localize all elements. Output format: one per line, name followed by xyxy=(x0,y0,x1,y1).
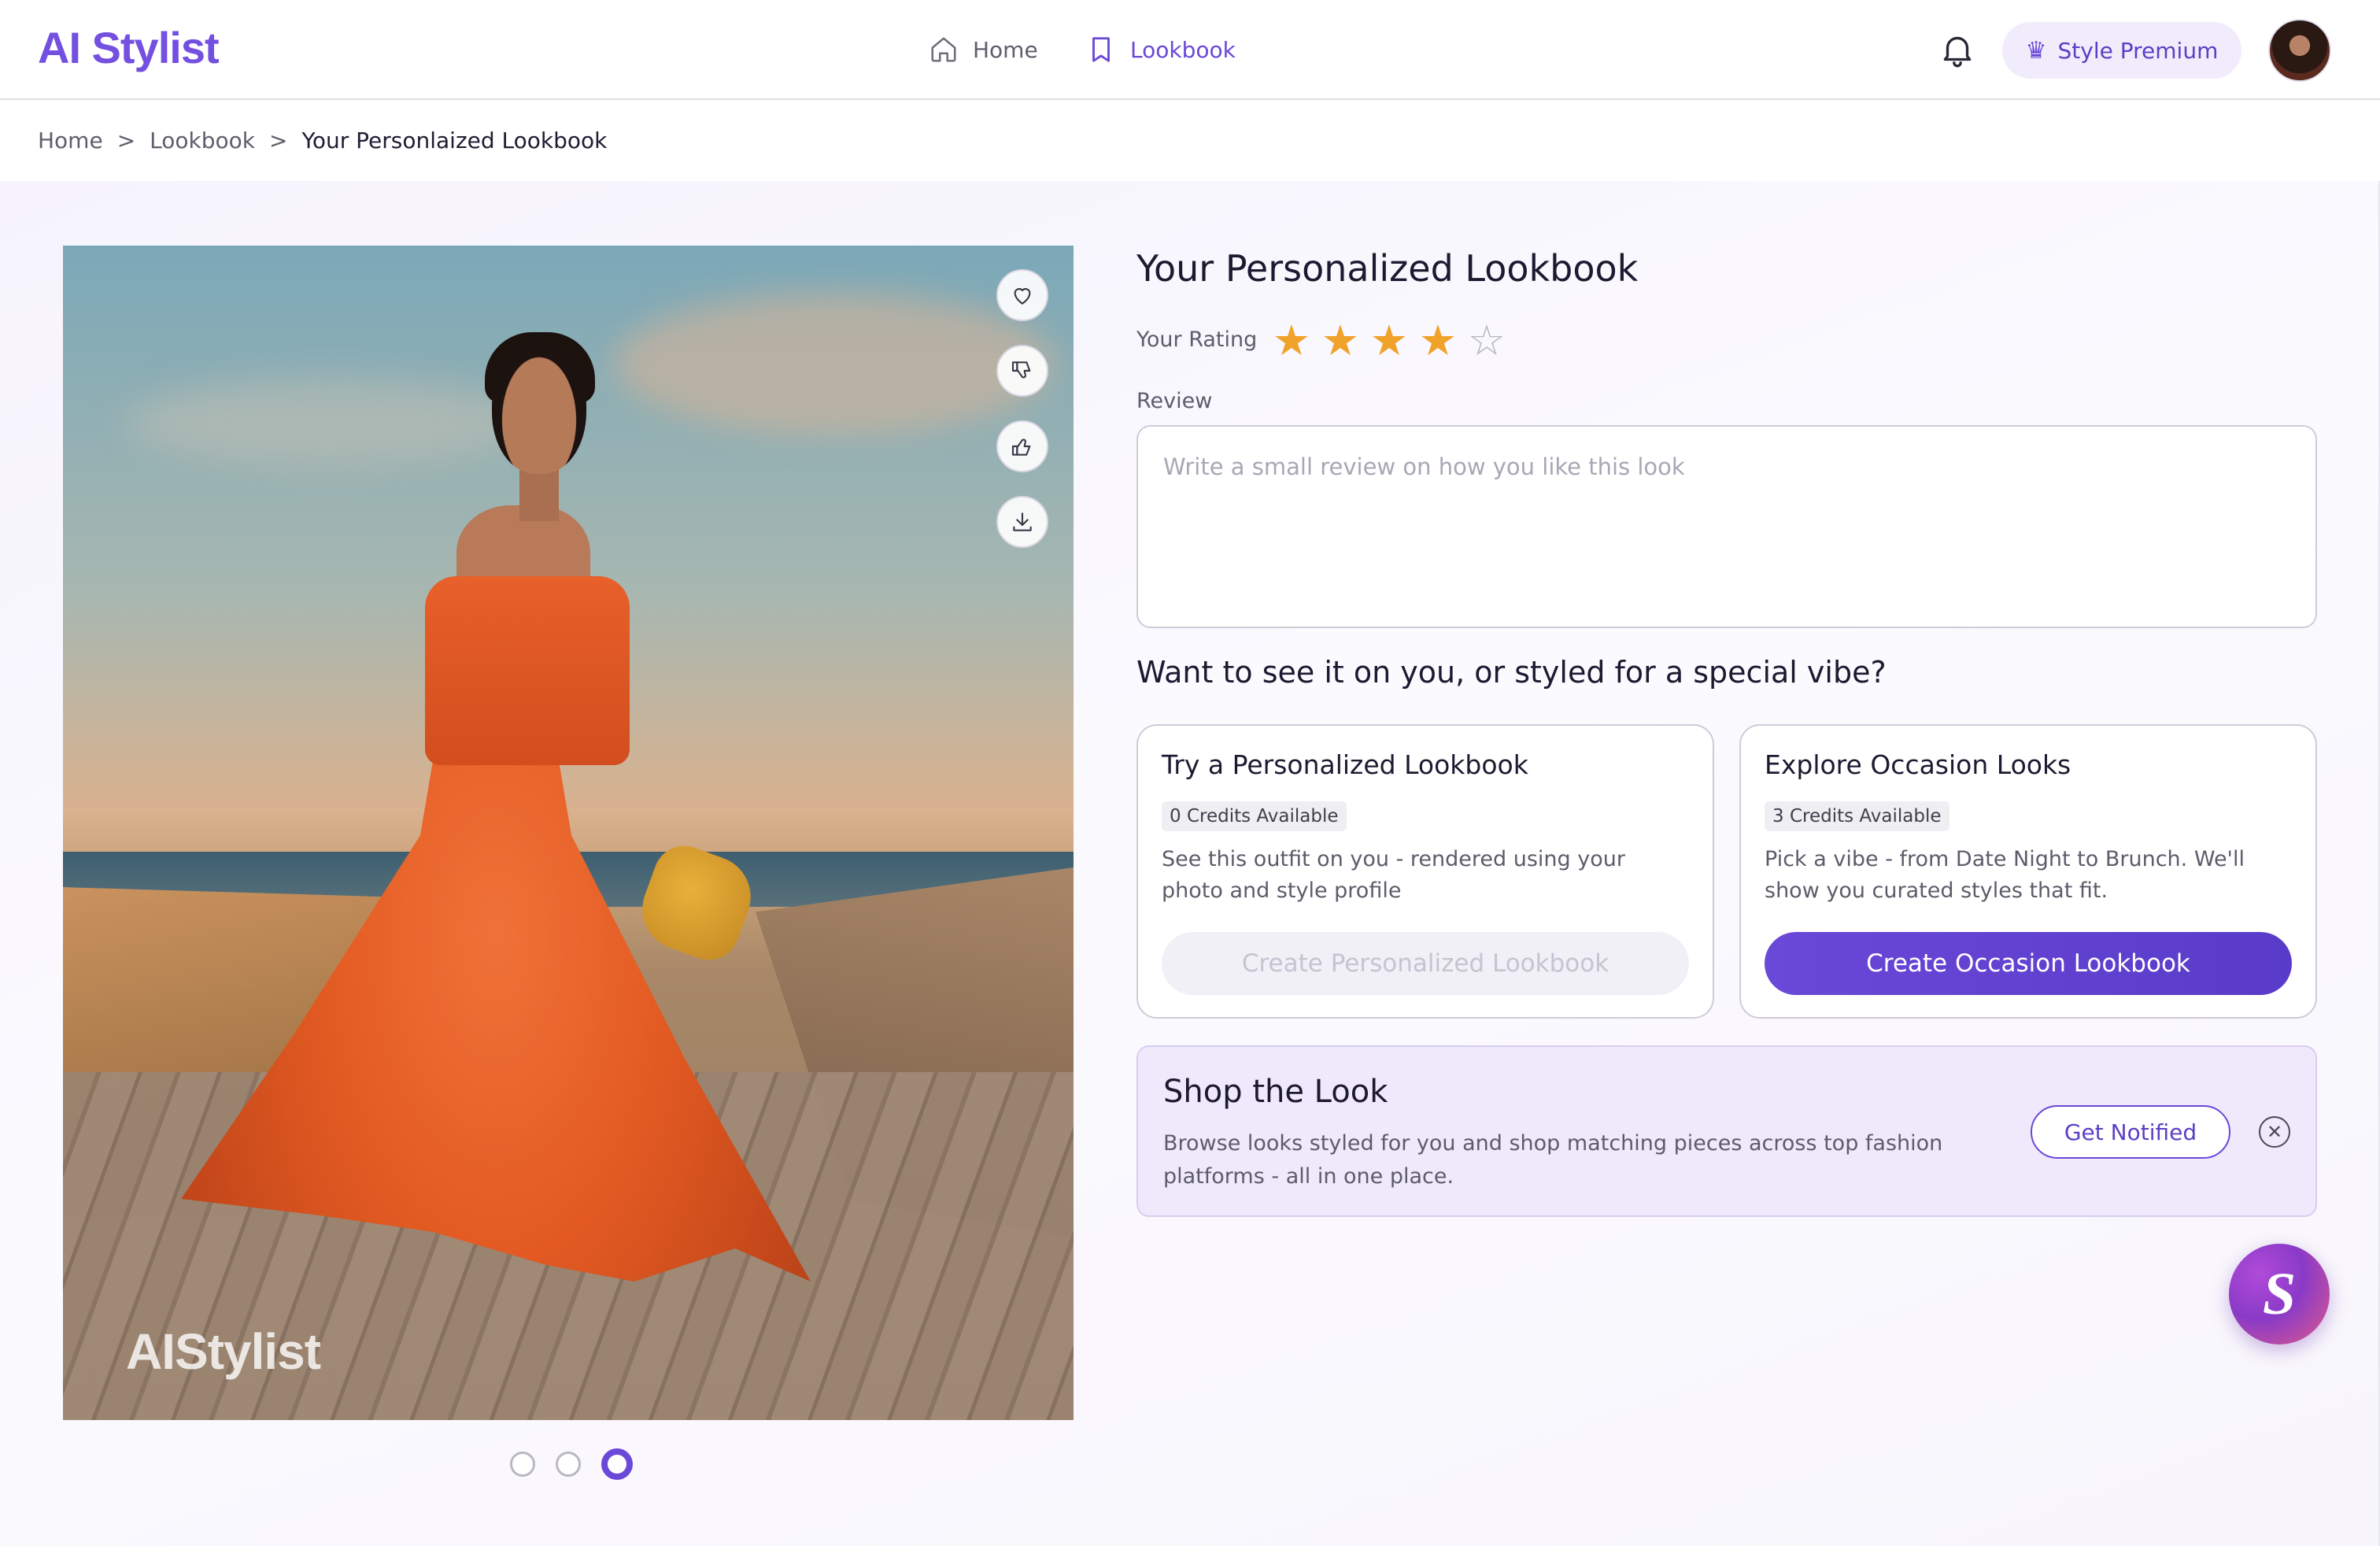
get-notified-button[interactable]: Get Notified xyxy=(2031,1105,2230,1159)
carousel-dot-2[interactable] xyxy=(556,1452,581,1477)
personalized-lookbook-card: Try a Personalized Lookbook 0 Credits Av… xyxy=(1136,724,1714,1019)
stylist-assistant-button[interactable]: S xyxy=(2229,1244,2330,1344)
thumbs-down-icon xyxy=(1011,361,1031,379)
download-button[interactable] xyxy=(996,496,1048,548)
home-icon xyxy=(931,37,956,62)
nav-home[interactable]: Home xyxy=(929,30,1038,69)
sky-cloud xyxy=(126,379,535,466)
rating-label: Your Rating xyxy=(1136,327,1258,352)
page-title: Your Personalized Lookbook xyxy=(1136,247,1639,290)
thumbs-up-icon xyxy=(1011,438,1031,456)
crown-icon: ♛ xyxy=(2025,36,2047,65)
favorite-button[interactable] xyxy=(996,269,1048,321)
like-button[interactable] xyxy=(996,420,1048,472)
star-3-icon[interactable]: ★ xyxy=(1369,315,1409,367)
top-header: AI Stylist Home Lookbook ♛ Style Premium xyxy=(0,0,2380,100)
shop-title: Shop the Look xyxy=(1163,1074,1388,1110)
review-input[interactable] xyxy=(1136,425,2317,628)
dress-bodice xyxy=(425,576,630,765)
close-icon[interactable]: ✕ xyxy=(2259,1116,2290,1148)
card-title: Explore Occasion Looks xyxy=(1765,749,2071,780)
breadcrumb-home[interactable]: Home xyxy=(38,128,103,153)
breadcrumb-separator: > xyxy=(116,127,136,153)
carousel-dot-1[interactable] xyxy=(510,1452,535,1477)
star-4-icon[interactable]: ★ xyxy=(1418,315,1458,367)
nav-home-label: Home xyxy=(973,36,1038,63)
breadcrumb-current: Your Personlaized Lookbook xyxy=(301,127,608,153)
shop-description: Browse looks styled for you and shop mat… xyxy=(1163,1131,1943,1189)
card-description: See this outfit on you - rendered using … xyxy=(1162,847,1625,903)
dislike-button[interactable] xyxy=(996,345,1048,397)
credits-badge: 3 Credits Available xyxy=(1765,801,1949,831)
nav-lookbook-label: Lookbook xyxy=(1130,36,1236,63)
breadcrumb-separator: > xyxy=(269,127,288,153)
avatar[interactable] xyxy=(2268,19,2331,82)
carousel-dot-3-active[interactable] xyxy=(601,1448,633,1480)
breadcrumb: Home > Lookbook > Your Personlaized Look… xyxy=(38,124,607,156)
lookbook-image: AIStylist xyxy=(63,246,1074,1420)
star-rating[interactable]: ★ ★ ★ ★ ☆ xyxy=(1272,315,1506,367)
credits-badge: 0 Credits Available xyxy=(1162,801,1347,831)
bell-icon[interactable] xyxy=(1938,30,1977,69)
nav-lookbook[interactable]: Lookbook xyxy=(1086,30,1236,69)
image-watermark: AIStylist xyxy=(126,1323,321,1380)
review-label: Review xyxy=(1136,389,1213,413)
create-occasion-lookbook-button[interactable]: Create Occasion Lookbook xyxy=(1765,932,2292,995)
model-face xyxy=(492,340,586,474)
breadcrumb-lookbook[interactable]: Lookbook xyxy=(150,128,255,153)
carousel-indicator xyxy=(510,1448,633,1480)
section-heading: Want to see it on you, or styled for a s… xyxy=(1136,655,1887,690)
star-1-icon[interactable]: ★ xyxy=(1272,315,1311,367)
create-personalized-lookbook-button[interactable]: Create Personalized Lookbook xyxy=(1162,932,1689,995)
star-2-icon[interactable]: ★ xyxy=(1321,315,1360,367)
style-premium-button[interactable]: ♛ Style Premium xyxy=(2002,22,2241,79)
card-description: Pick a vibe - from Date Night to Brunch.… xyxy=(1765,847,2245,903)
occasion-looks-card: Explore Occasion Looks 3 Credits Availab… xyxy=(1739,724,2317,1019)
heart-icon xyxy=(1014,288,1031,305)
download-icon xyxy=(1013,512,1032,531)
star-5-icon[interactable]: ☆ xyxy=(1467,315,1506,367)
app-logo[interactable]: AI Stylist xyxy=(38,22,220,73)
sky-cloud xyxy=(614,293,1055,435)
card-title: Try a Personalized Lookbook xyxy=(1162,749,1528,780)
bookmark-icon xyxy=(1092,37,1110,62)
shop-the-look-banner: Shop the Look Browse looks styled for yo… xyxy=(1136,1045,2317,1217)
style-premium-label: Style Premium xyxy=(2057,37,2219,64)
